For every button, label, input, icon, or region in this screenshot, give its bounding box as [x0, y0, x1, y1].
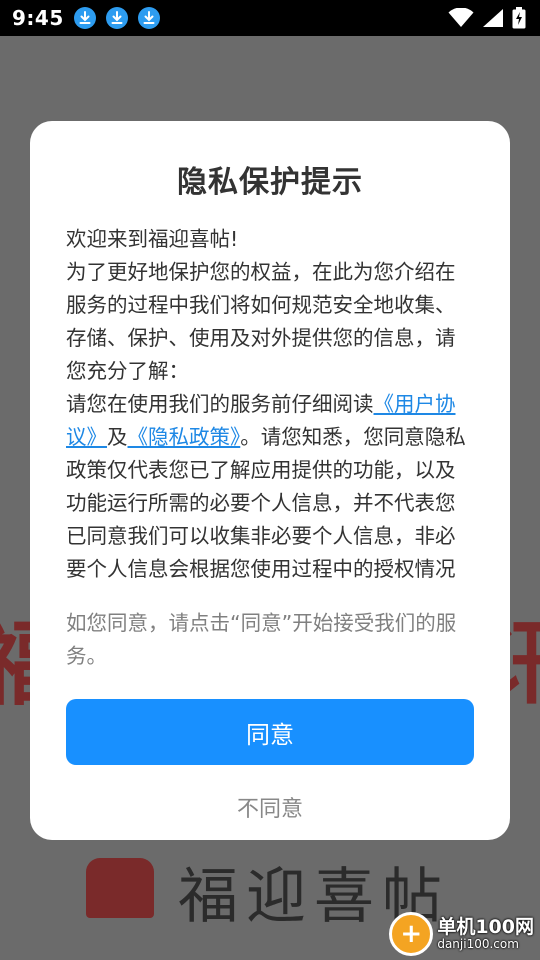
- download-icon: [137, 7, 160, 29]
- watermark: + 单机100网 danji100.com: [389, 912, 534, 956]
- privacy-policy-link[interactable]: 《隐私政策》: [128, 425, 241, 449]
- welcome-text: 欢迎来到福迎喜帖!: [66, 227, 239, 251]
- agree-button[interactable]: 同意: [66, 699, 474, 765]
- download-icon: [105, 7, 128, 29]
- disagree-button[interactable]: 不同意: [66, 791, 474, 823]
- agreement-prefix-text: 请您在使用我们的服务前仔细阅读: [66, 392, 374, 416]
- dialog-title: 隐私保护提示: [177, 165, 363, 200]
- download-icon: [73, 7, 96, 29]
- consent-note: 如您同意，请点击“同意”开始接受我们的服务。: [66, 611, 457, 668]
- app-logo: [86, 858, 154, 918]
- status-icons: [440, 7, 526, 29]
- status-time: 9:45: [12, 6, 64, 30]
- screen: 9:45 福 讯 福迎喜帖 隐私保护提示 欢迎来到福迎喜帖!: [0, 0, 540, 960]
- dialog-body[interactable]: 欢迎来到福迎喜帖! 为了更好地保护您的权益，在此为您介绍在服务的过程中我们将如何…: [66, 223, 474, 579]
- battery-icon: [512, 7, 526, 29]
- watermark-text: 单机100网 danji100.com: [437, 915, 534, 951]
- status-bar: 9:45: [0, 0, 540, 36]
- and-text: 及: [107, 425, 128, 449]
- agreement-paragraph: 请您在使用我们的服务前仔细阅读《用户协议》及《隐私政策》。请您知悉，您同意隐私政…: [66, 388, 474, 579]
- watermark-logo-icon: +: [389, 912, 434, 956]
- watermark-main: 单机100网: [437, 915, 534, 938]
- signal-icon: [482, 8, 504, 28]
- wifi-icon: [448, 8, 474, 28]
- watermark-url: danji100.com: [437, 936, 519, 951]
- intro-text: 为了更好地保护您的权益，在此为您介绍在服务的过程中我们将如何规范安全地收集、存储…: [66, 260, 456, 383]
- privacy-dialog: 隐私保护提示 欢迎来到福迎喜帖! 为了更好地保护您的权益，在此为您介绍在服务的过…: [30, 121, 510, 840]
